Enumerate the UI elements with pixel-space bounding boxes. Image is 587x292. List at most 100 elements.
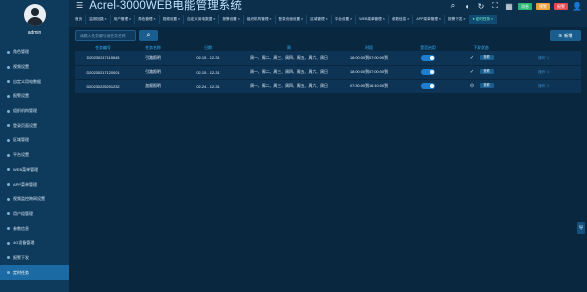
sound-icon[interactable]: ◖ — [462, 1, 472, 11]
bullet-icon — [7, 227, 10, 231]
avatar[interactable] — [23, 4, 46, 26]
grid-icon[interactable]: ▦ — [504, 1, 514, 11]
user-panel: admin — [0, 0, 69, 43]
sidebar-item-label: 报警下发 — [13, 254, 29, 260]
enabled-toggle[interactable] — [421, 69, 435, 75]
sidebar-item-area[interactable]: 区域管理 — [0, 133, 69, 148]
sidebar-item-scheduled-task[interactable]: 定时任务 — [0, 265, 69, 280]
task-date: 02-15 - 12-31 — [175, 65, 241, 80]
sidebar-item-label: 参数信息 — [13, 225, 29, 231]
side-float-button[interactable]: 导 — [577, 222, 585, 234]
sidebar-item-login-page[interactable]: 登录页面设置 — [0, 118, 69, 133]
table-row[interactable]: D20230225201232 加顾照明 02-24 - 12-31 周一、周二… — [75, 79, 581, 94]
table-header: 任务编号 任务名称 日期 周 时段 是否启用 下发状态 — [75, 44, 581, 51]
tab-parameters[interactable]: 参数信息 × — [389, 15, 414, 24]
tab-organization[interactable]: 组织机构管理 × — [244, 15, 276, 24]
col-enabled: 是否启用 — [401, 44, 455, 51]
dispatch-cell: ⊙ 查看 — [455, 79, 507, 94]
enabled-toggle[interactable] — [421, 54, 435, 61]
sidebar-item-label: 定时任务 — [13, 269, 29, 275]
sidebar-item-alarm-dispatch[interactable]: 报警下发 — [0, 251, 69, 266]
sidebar-item-label: 用户组管理 — [13, 210, 33, 216]
tab-custom-data[interactable]: 自定义用电数据 × — [184, 15, 220, 24]
table-row[interactable]: D20230217120001 引路照明 02-15 - 12-31 周一、周二… — [75, 65, 581, 80]
dispatch-cell: ✓ 查看 — [455, 51, 507, 66]
operations-dropdown[interactable]: 操作 ∨ — [538, 56, 550, 60]
tab-web-menu[interactable]: WEB菜单管理 × — [356, 15, 389, 24]
col-dispatch-status: 下发状态 — [455, 44, 507, 51]
sidebar-item-web-menu[interactable]: WEB菜单管理 — [0, 163, 69, 178]
bullet-icon — [7, 271, 10, 275]
sidebar-item-label: 平台设置 — [13, 152, 29, 158]
tab-role-management[interactable]: 角色管理 × — [135, 15, 160, 24]
tab-app-menu[interactable]: APP菜单管理 × — [413, 15, 446, 24]
tab-scheduled-task[interactable]: ● 定时任务 × — [469, 15, 498, 24]
task-date: 02-24 - 12-31 — [175, 79, 241, 94]
alarm-badge[interactable]: 报警 — [554, 2, 568, 10]
sidebar-item-label: 视频设置 — [13, 64, 29, 70]
sidebar-item-label: 区域管理 — [13, 137, 29, 143]
table-row[interactable]: D20230217115545 引路照明 02-15 - 12-31 周一、周二… — [75, 51, 581, 66]
menu-icon[interactable]: ☰ — [76, 1, 83, 10]
operations-dropdown[interactable]: 操作 ∨ — [538, 70, 550, 74]
sidebar-item-4g-device[interactable]: 4G设备管理 — [0, 236, 69, 251]
tab-login-page[interactable]: 登录页面设置 × — [276, 15, 308, 24]
warning-badge[interactable]: 预警 — [536, 2, 550, 10]
main-content: ⌕ ⊞新增 任务编号 任务名称 日期 周 时段 是否启用 下发状态 — [69, 27, 587, 292]
sidebar-item-app-menu[interactable]: APP菜单管理 — [0, 177, 69, 192]
tab-platform[interactable]: 平台设置 × — [332, 15, 357, 24]
bullet-icon — [7, 153, 10, 157]
bullet-icon — [7, 138, 10, 142]
operations-dropdown[interactable]: 操作 ∨ — [538, 84, 550, 88]
sidebar-item-role[interactable]: 角色管理 — [0, 45, 69, 60]
tab-monitor-loop[interactable]: 监测回路 × — [86, 15, 111, 24]
message-badge[interactable]: 消息 — [518, 2, 532, 10]
operations-cell: 操作 ∨ — [507, 79, 581, 94]
col-operations — [507, 44, 581, 51]
tab-video-settings[interactable]: 视频设置 × — [160, 15, 185, 24]
view-button[interactable]: 查看 — [479, 83, 494, 89]
sidebar-item-alarm-settings[interactable]: 报警设置 — [0, 89, 69, 104]
app-title-text: Acrel-3000WEB电能管理系统 — [89, 0, 242, 12]
task-time: 07:30:00到16:10:00到 — [337, 79, 401, 94]
fullscreen-icon[interactable]: ⛶ — [490, 1, 500, 11]
toolbar: ⌕ ⊞新增 — [75, 30, 581, 41]
search-button[interactable]: ⌕ — [139, 30, 158, 41]
tab-alarm-settings[interactable]: 报警设置 × — [219, 15, 244, 24]
app-window: admin 角色管理 视频设置 自定义用电数据 报警设置 组织机构管理 登录页面… — [0, 0, 587, 292]
operations-cell: 操作 ∨ — [507, 65, 581, 80]
sidebar-nav: 角色管理 视频设置 自定义用电数据 报警设置 组织机构管理 登录页面设置 区域管… — [0, 45, 69, 280]
task-id: D20230225201232 — [75, 79, 131, 94]
search-input[interactable] — [75, 30, 136, 41]
sidebar-item-user-group[interactable]: 用户组管理 — [0, 207, 69, 222]
search-icon[interactable]: ⌕ — [448, 1, 458, 11]
toggle-knob — [430, 70, 434, 74]
user-icon[interactable]: 👤 — [572, 1, 582, 11]
app-title: ☰ Acrel-3000WEB电能管理系统 — [76, 0, 242, 12]
clock-icon: ⊙ — [469, 83, 475, 89]
view-button[interactable]: 查看 — [479, 69, 494, 75]
tab-user-management[interactable]: 用户管理 × — [111, 15, 136, 24]
sidebar-item-platform[interactable]: 平台设置 — [0, 148, 69, 163]
tab-alarm-dispatch[interactable]: 报警下发 × — [445, 15, 470, 24]
view-button[interactable]: 查看 — [479, 55, 494, 61]
operations-cell: 操作 ∨ — [507, 51, 581, 66]
sidebar-item-label: 报警设置 — [13, 93, 29, 99]
sidebar-item-video-cross-network[interactable]: 视频监控跨网设置 — [0, 192, 69, 207]
refresh-icon[interactable]: ↻ — [476, 1, 486, 11]
col-time: 时段 — [337, 44, 401, 51]
add-button[interactable]: ⊞ 新增 — [550, 30, 581, 41]
sidebar-item-organization[interactable]: 组织机构管理 — [0, 104, 69, 119]
check-icon: ✓ — [469, 54, 475, 61]
sidebar-item-custom-data[interactable]: 自定义用电数据 — [0, 74, 69, 89]
tab-area[interactable]: 区域管理 × — [307, 15, 332, 24]
tab-home[interactable]: 首页 — [72, 15, 87, 24]
enabled-cell — [401, 79, 455, 94]
sidebar-item-video[interactable]: 视频设置 — [0, 60, 69, 75]
sidebar-item-parameters[interactable]: 参数信息 — [0, 221, 69, 236]
col-week: 周 — [241, 44, 337, 51]
tab-bar: 首页 监测回路 × 用户管理 × 角色管理 × 视频设置 × 自定义用电数据 ×… — [69, 14, 587, 25]
task-id: D20230217120001 — [75, 65, 131, 80]
bullet-icon — [7, 168, 10, 172]
enabled-toggle[interactable] — [421, 83, 435, 89]
